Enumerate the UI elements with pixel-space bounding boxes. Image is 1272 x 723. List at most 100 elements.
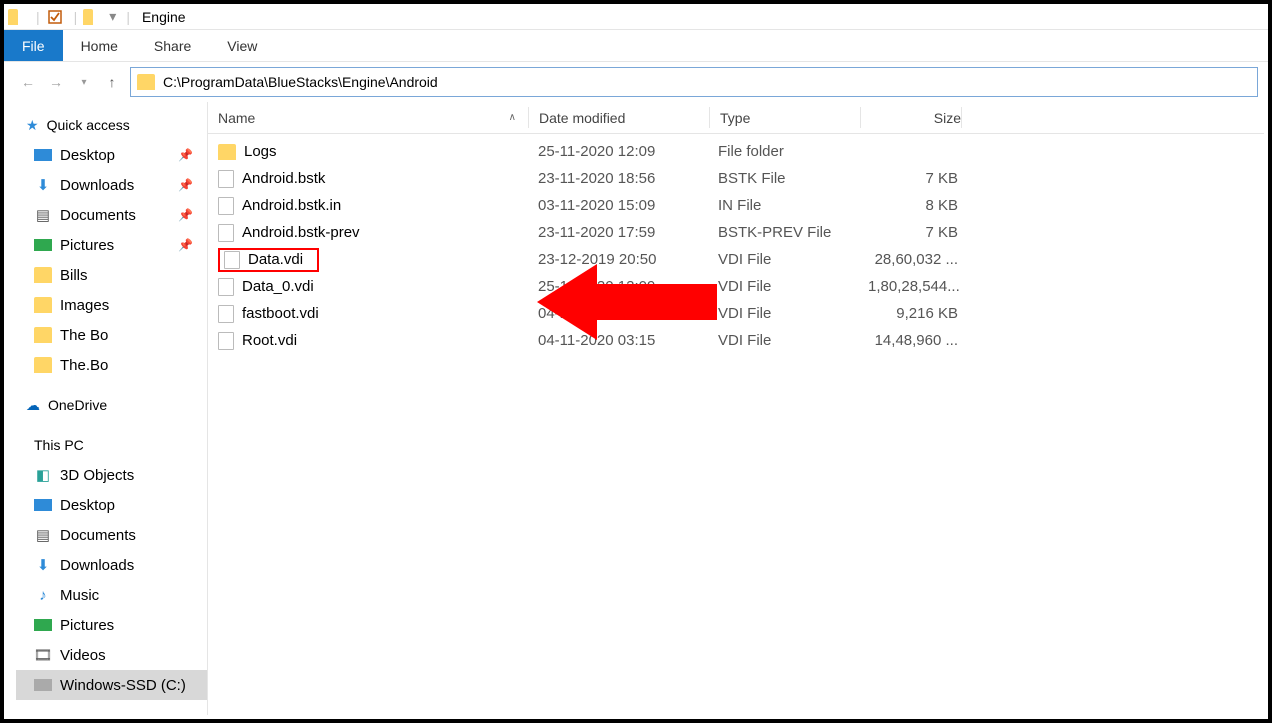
file-row[interactable]: Logs25-11-2020 12:09File folder bbox=[208, 138, 1264, 165]
sidebar-item-3d-objects[interactable]: ◧ 3D Objects bbox=[16, 460, 207, 490]
nav-forward-button[interactable]: → bbox=[42, 68, 70, 96]
file-date: 25-11-2020 12:09 bbox=[528, 143, 708, 160]
desktop-icon bbox=[34, 496, 52, 514]
qat-chevron-icon[interactable]: ▾ bbox=[109, 8, 116, 25]
sidebar-item-pc-pictures[interactable]: Pictures bbox=[16, 610, 207, 640]
desktop-icon bbox=[34, 146, 52, 164]
pin-icon: 📌 bbox=[178, 238, 193, 252]
file-name: Android.bstk bbox=[242, 170, 325, 187]
tab-home[interactable]: Home bbox=[63, 30, 136, 61]
file-size: 1,80,28,544... bbox=[858, 278, 958, 295]
file-row[interactable]: Android.bstk-prev23-11-2020 17:59BSTK-PR… bbox=[208, 219, 1264, 246]
pin-icon: 📌 bbox=[178, 208, 193, 222]
sidebar-item-documents[interactable]: ▤ Documents 📌 bbox=[16, 200, 207, 230]
file-date: 04-11-2020 03:11 bbox=[528, 305, 708, 322]
file-icon bbox=[218, 224, 234, 242]
file-size: 14,48,960 ... bbox=[858, 332, 958, 349]
sidebar-item-images[interactable]: Images bbox=[16, 290, 207, 320]
address-bar[interactable]: C:\ProgramData\BlueStacks\Engine\Android bbox=[130, 67, 1258, 97]
file-size: 7 KB bbox=[858, 224, 958, 241]
file-row[interactable]: Android.bstk23-11-2020 18:56BSTK File7 K… bbox=[208, 165, 1264, 192]
file-type: VDI File bbox=[708, 251, 858, 268]
sidebar-item-label: Pictures bbox=[60, 237, 114, 254]
onedrive-header[interactable]: ☁ OneDrive bbox=[16, 390, 207, 420]
3d-icon: ◧ bbox=[34, 466, 52, 484]
pictures-icon bbox=[34, 616, 52, 634]
file-list-pane: Name ∧ Date modified Type Size Logs25-11… bbox=[208, 102, 1264, 715]
thispc-header[interactable]: This PC bbox=[16, 430, 207, 460]
file-date: 23-12-2019 20:50 bbox=[528, 251, 708, 268]
file-icon bbox=[218, 197, 234, 215]
quick-access-header[interactable]: ★ Quick access bbox=[16, 110, 207, 140]
file-icon bbox=[218, 305, 234, 323]
window-title: Engine bbox=[142, 9, 186, 25]
file-row[interactable]: fastboot.vdi04-11-2020 03:11VDI File9,21… bbox=[208, 300, 1264, 327]
file-row[interactable]: Data.vdi23-12-2019 20:50VDI File28,60,03… bbox=[208, 246, 1264, 273]
file-type: BSTK File bbox=[708, 170, 858, 187]
cloud-icon: ☁ bbox=[26, 397, 40, 414]
sidebar-item-bills[interactable]: Bills bbox=[16, 260, 207, 290]
sidebar-item-videos[interactable]: 🎞 Videos bbox=[16, 640, 207, 670]
col-date[interactable]: Date modified bbox=[529, 110, 709, 126]
star-icon: ★ bbox=[26, 117, 39, 134]
file-date: 25-11-2020 12:09 bbox=[528, 278, 708, 295]
tab-view[interactable]: View bbox=[209, 30, 275, 61]
folder-icon-title bbox=[83, 8, 101, 26]
file-type: IN File bbox=[708, 197, 858, 214]
nav-back-button[interactable]: ← bbox=[14, 68, 42, 96]
file-size: 7 KB bbox=[858, 170, 958, 187]
sidebar-item-music[interactable]: ♪ Music bbox=[16, 580, 207, 610]
quick-access-label: Quick access bbox=[47, 117, 130, 133]
col-type[interactable]: Type bbox=[710, 110, 860, 126]
titlebar: | | ▾ | Engine bbox=[4, 4, 1268, 30]
file-name: Android.bstk-prev bbox=[242, 224, 360, 241]
nav-pane: ★ Quick access Desktop 📌 ⬇ Downloads 📌 ▤… bbox=[8, 102, 208, 715]
sidebar-item-pc-downloads[interactable]: ⬇ Downloads bbox=[16, 550, 207, 580]
file-row[interactable]: Root.vdi04-11-2020 03:15VDI File14,48,96… bbox=[208, 327, 1264, 354]
sidebar-item-pc-desktop[interactable]: Desktop bbox=[16, 490, 207, 520]
drive-icon bbox=[34, 676, 52, 694]
nav-up-button[interactable]: ↑ bbox=[98, 68, 126, 96]
sidebar-item-label: The Bo bbox=[60, 327, 108, 344]
file-row[interactable]: Data_0.vdi25-11-2020 12:09VDI File1,80,2… bbox=[208, 273, 1264, 300]
folder-icon bbox=[8, 8, 26, 26]
downloads-icon: ⬇ bbox=[34, 176, 52, 194]
sidebar-item-pictures[interactable]: Pictures 📌 bbox=[16, 230, 207, 260]
sidebar-item-windows-ssd[interactable]: Windows-SSD (C:) bbox=[16, 670, 207, 700]
tab-file[interactable]: File bbox=[4, 30, 63, 61]
address-folder-icon bbox=[137, 74, 155, 90]
col-name[interactable]: Name ∧ bbox=[208, 110, 528, 126]
sidebar-item-desktop[interactable]: Desktop 📌 bbox=[16, 140, 207, 170]
file-type: BSTK-PREV File bbox=[708, 224, 858, 241]
onedrive-label: OneDrive bbox=[48, 397, 107, 413]
explorer-window: | | ▾ | Engine File Home Share View ← → … bbox=[0, 0, 1272, 723]
sidebar-item-label: The.Bo bbox=[60, 357, 108, 374]
pin-icon: 📌 bbox=[178, 178, 193, 192]
file-icon bbox=[224, 251, 240, 269]
music-icon: ♪ bbox=[34, 586, 52, 604]
qat-properties-icon[interactable] bbox=[46, 8, 64, 26]
folder-icon bbox=[34, 296, 52, 314]
nav-recent-chevron-icon[interactable]: ▾ bbox=[70, 68, 98, 96]
sidebar-item-the-dot-bo[interactable]: The.Bo bbox=[16, 350, 207, 380]
sidebar-item-label: Images bbox=[60, 297, 109, 314]
tab-share[interactable]: Share bbox=[136, 30, 209, 61]
col-size[interactable]: Size bbox=[861, 110, 961, 126]
file-row[interactable]: Android.bstk.in 03-11-2020 15:09IN File8 … bbox=[208, 192, 1264, 219]
sidebar-item-pc-documents[interactable]: ▤ Documents bbox=[16, 520, 207, 550]
folder-icon bbox=[218, 144, 236, 160]
sidebar-item-downloads[interactable]: ⬇ Downloads 📌 bbox=[16, 170, 207, 200]
file-icon bbox=[218, 278, 234, 296]
sidebar-item-the-bo[interactable]: The Bo bbox=[16, 320, 207, 350]
col-name-label: Name bbox=[218, 110, 255, 126]
file-type: VDI File bbox=[708, 332, 858, 349]
file-size: 8 KB bbox=[858, 197, 958, 214]
documents-icon: ▤ bbox=[34, 526, 52, 544]
file-name: Android.bstk.in bbox=[242, 197, 341, 214]
file-date: 03-11-2020 15:09 bbox=[528, 197, 708, 214]
pictures-icon bbox=[34, 236, 52, 254]
pin-icon: 📌 bbox=[178, 148, 193, 162]
folder-icon bbox=[34, 356, 52, 374]
sidebar-item-label: Bills bbox=[60, 267, 88, 284]
file-type: VDI File bbox=[708, 278, 858, 295]
